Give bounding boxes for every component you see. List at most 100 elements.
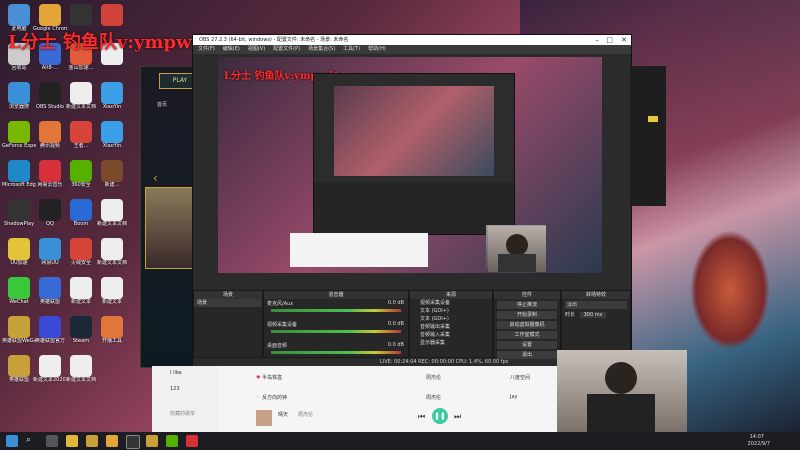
desktop-icon[interactable]: Steam [64, 316, 98, 344]
app-icon [39, 277, 61, 299]
desktop-icon[interactable]: 360安全 [64, 160, 98, 188]
desktop-icon[interactable]: XiaoYin [95, 82, 129, 110]
obs-menu-item[interactable]: 文件(F) [198, 46, 215, 52]
obs-control-button[interactable]: 停止推流 [497, 301, 557, 309]
obs-control-button[interactable]: 开始录制 [497, 311, 557, 319]
duration-input[interactable]: 300 ms [579, 312, 607, 318]
playlist-item[interactable]: 123 [170, 386, 180, 392]
file-explorer-icon[interactable] [66, 435, 78, 447]
desktop-icon[interactable]: 腾讯视频 [33, 121, 67, 149]
wallpaper-figure [690, 230, 770, 350]
desktop-icon[interactable]: OBS Studio [33, 82, 67, 110]
desktop-icon[interactable]: 开播工具 [95, 316, 129, 344]
obs-menu-item[interactable]: 场景集合(S) [308, 46, 335, 52]
obs-menu-item[interactable]: 配置文件(P) [273, 46, 300, 52]
source-item[interactable]: 文本 (GDI+) [410, 307, 492, 315]
maximize-icon[interactable]: □ [606, 35, 613, 45]
desktop-icon[interactable]: 网易UU [33, 238, 67, 266]
volume-meter[interactable] [271, 351, 401, 354]
desktop-icon[interactable]: 王者... [64, 121, 98, 149]
heart-icon[interactable]: ♥ [256, 375, 260, 381]
webcam-feed [557, 350, 687, 432]
obs-webcam-preview [488, 226, 546, 272]
volume-meter[interactable] [271, 330, 401, 333]
overlay-watermark: L分士 钓鱼队v:ympwd1 [8, 32, 217, 53]
start-icon[interactable] [6, 435, 18, 447]
now-playing-title: 晴天 [278, 412, 289, 418]
desktop-icon[interactable]: 英雄联盟WeGame [2, 316, 36, 344]
desktop-icon[interactable]: QQ [33, 199, 67, 227]
desktop-icon[interactable]: 新建文本 [95, 277, 129, 305]
source-item[interactable]: 文本 (GDI+) [410, 315, 492, 323]
transition-select[interactable]: 淡出 [565, 301, 627, 309]
clock-time[interactable]: 14:07 [750, 434, 764, 440]
lol-taskbar-icon[interactable] [86, 435, 98, 447]
chevron-left-icon[interactable]: ‹ [153, 171, 158, 185]
obs-menu-item[interactable]: 视图(V) [248, 46, 265, 52]
scene-item[interactable]: 场景 [194, 299, 262, 307]
desktop-icon[interactable]: 新建文本文档 [95, 199, 129, 227]
source-item[interactable]: 音频输入采集 [410, 331, 492, 339]
desktop-icon[interactable]: 新建文本文档 [95, 238, 129, 266]
mixer-channel-level: 0.0 dB [387, 300, 404, 306]
music-player: I like 123 收藏的歌单 ♥ 半岛铁盒 周杰伦 八度空间 ♡ 反方向的钟… [152, 366, 557, 434]
360-taskbar-icon[interactable] [166, 435, 178, 447]
minimize-icon[interactable]: – [596, 35, 600, 45]
obs-control-button[interactable]: 启动虚拟摄像机 [497, 321, 557, 329]
song-row[interactable]: ♡ 反方向的钟 周杰伦 Jay [256, 394, 556, 401]
desktop-icon[interactable]: 英雄联盟官方 [33, 316, 67, 344]
desktop-icon[interactable]: 火绒安全 [64, 238, 98, 266]
obs-menu-item[interactable]: 工具(T) [343, 46, 360, 52]
close-icon[interactable]: ✕ [621, 35, 627, 45]
song-row[interactable]: ♥ 半岛铁盒 周杰伦 八度空间 [256, 374, 556, 381]
chrome-taskbar-icon[interactable] [106, 435, 118, 447]
clock-date[interactable]: 2022/9/7 [748, 441, 770, 447]
source-item[interactable]: 显示器采集 [410, 339, 492, 347]
desktop-icon-label: 回收站 [11, 65, 27, 71]
lol-client-taskbar-icon[interactable] [146, 435, 158, 447]
desktop-icon[interactable] [64, 4, 98, 26]
mixer-channel: 麦克风/Aux 0.0 dB [264, 299, 408, 320]
playlist-item[interactable]: I like [170, 370, 182, 376]
playlist-item[interactable]: 收藏的歌单 [170, 410, 195, 417]
heart-icon[interactable]: ♡ [256, 395, 260, 401]
desktop-icon[interactable]: Microsoft Edge [2, 160, 36, 188]
desktop-icon[interactable]: 英雄联盟 [2, 355, 36, 383]
obs-control-button[interactable]: 设置 [497, 341, 557, 349]
desktop-icon[interactable]: 新建... [95, 160, 129, 188]
obs-control-button[interactable]: 工作室模式 [497, 331, 557, 339]
desktop-icon[interactable]: 新建文本文档 [64, 355, 98, 383]
desktop-icon[interactable] [95, 4, 129, 26]
desktop-icon-label: 英雄联盟官方 [34, 338, 65, 344]
obs-taskbar-icon[interactable] [126, 435, 140, 449]
desktop-icon[interactable]: ShadowPlay [2, 199, 36, 227]
desktop-icon[interactable]: 新建文本文档 [64, 82, 98, 110]
play-pause-button[interactable]: ❚❚ [432, 408, 448, 424]
desktop-icon[interactable]: 英雄联盟 [33, 277, 67, 305]
music-taskbar-icon[interactable] [186, 435, 198, 447]
task-view-icon[interactable] [46, 435, 58, 447]
volume-meter[interactable] [271, 309, 401, 312]
desktop-icon[interactable]: Boom [64, 199, 98, 227]
mixer-channel: 视频采集设备 0.0 dB [264, 320, 408, 341]
desktop-icon-label: 新建文本2020... [33, 377, 67, 383]
desktop-icon[interactable]: XiaoYin [95, 121, 129, 149]
app-icon [70, 355, 92, 377]
source-item[interactable]: 音频输出采集 [410, 323, 492, 331]
desktop-icon[interactable]: 浏览器搜 [2, 82, 36, 110]
obs-control-button[interactable]: 退出 [497, 351, 557, 359]
prev-icon[interactable]: ⏮ [418, 412, 425, 422]
desktop-icon[interactable]: 新建文本 [64, 277, 98, 305]
search-icon[interactable]: ⌕ [26, 435, 38, 447]
next-icon[interactable]: ⏭ [454, 412, 461, 422]
desktop-icon[interactable]: 新建文本2020... [33, 355, 67, 383]
desktop-icon[interactable]: 网易云音乐 [33, 160, 67, 188]
app-icon [101, 160, 123, 182]
desktop-icon[interactable]: UU加速 [2, 238, 36, 266]
game-home-tab[interactable]: 首页 [157, 101, 167, 108]
obs-menu-item[interactable]: 编辑(E) [223, 46, 240, 52]
desktop-icon[interactable]: GeForce Experience [2, 121, 36, 149]
source-item[interactable]: 视频采集设备 [410, 299, 492, 307]
desktop-icon[interactable]: WeChat [2, 277, 36, 305]
obs-menu-item[interactable]: 帮助(H) [368, 46, 386, 52]
